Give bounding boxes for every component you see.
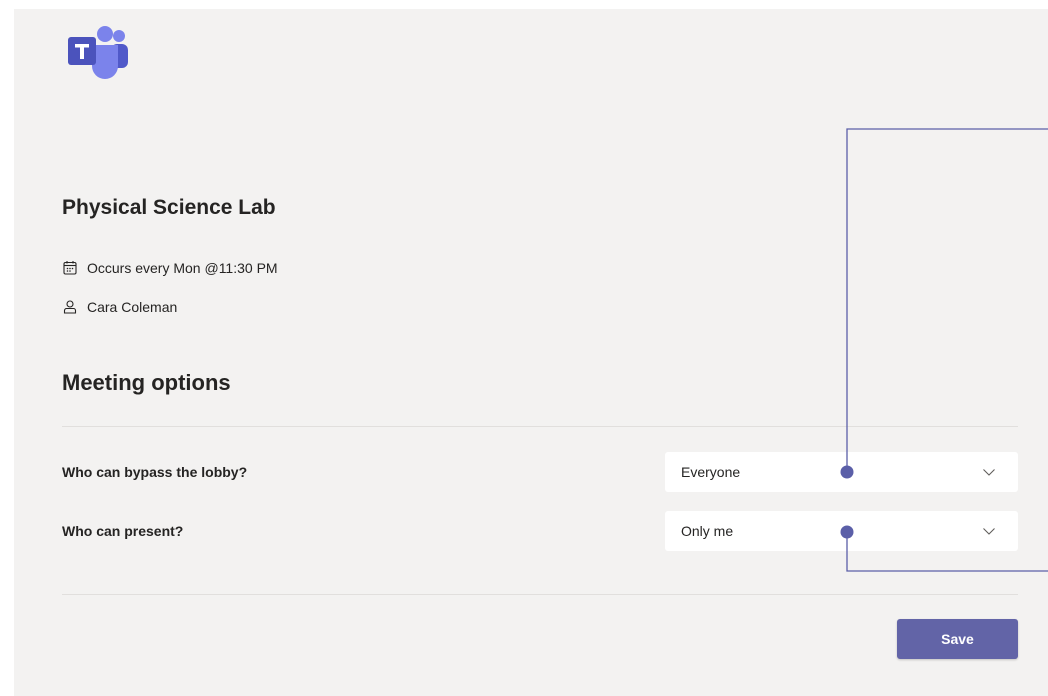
chevron-down-icon	[983, 528, 995, 535]
person-icon	[62, 299, 78, 315]
meeting-options-heading: Meeting options	[62, 370, 231, 395]
divider	[62, 426, 1018, 427]
lobby-bypass-label: Who can bypass the lobby?	[62, 464, 248, 480]
presenters-dropdown[interactable]: Only me	[665, 511, 1018, 551]
chevron-down-icon	[983, 469, 995, 476]
presenters-value: Only me	[681, 523, 734, 539]
divider	[62, 594, 1018, 595]
presenters-label: Who can present?	[62, 523, 184, 539]
schedule-text: Occurs every Mon @11:30 PM	[87, 260, 278, 276]
save-button[interactable]: Save	[897, 619, 1018, 659]
meeting-options-page	[14, 9, 1048, 696]
lobby-bypass-value: Everyone	[681, 464, 741, 480]
microsoft-teams-logo	[68, 26, 128, 79]
meeting-title: Physical Science Lab	[62, 196, 276, 219]
organizer-name: Cara Coleman	[87, 299, 178, 315]
lobby-bypass-dropdown[interactable]: Everyone	[665, 452, 1018, 492]
meeting-organizer: Cara Coleman	[62, 297, 177, 317]
meeting-schedule: Occurs every Mon @11:30 PM	[62, 258, 278, 278]
calendar-icon	[62, 260, 78, 276]
